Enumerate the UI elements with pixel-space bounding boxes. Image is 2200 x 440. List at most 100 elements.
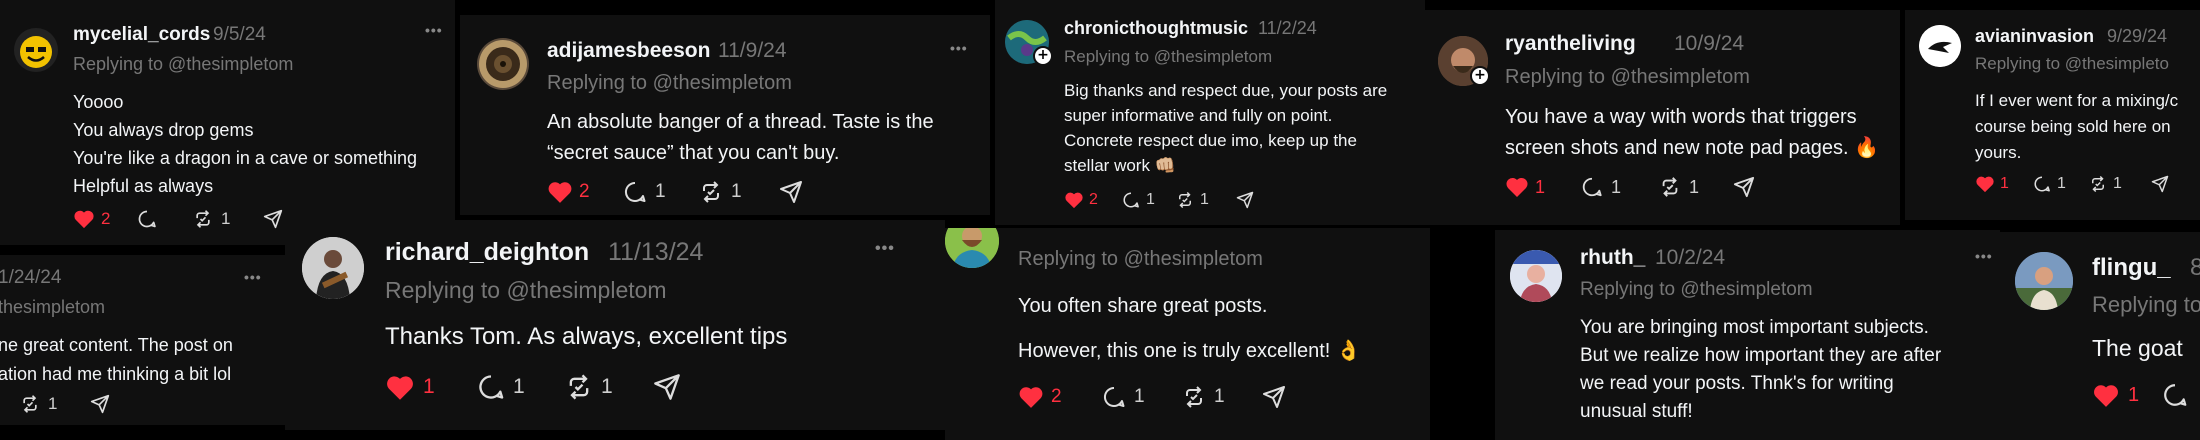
reply-card-mycelial-cords: mycelial_cords 9/5/24 ••• Replying to @t… bbox=[0, 0, 455, 245]
person-outdoor-avatar-icon bbox=[2015, 252, 2073, 310]
share-button[interactable] bbox=[1733, 176, 1755, 198]
comment-button[interactable]: 1 bbox=[1122, 191, 1176, 209]
smiley-avatar-icon bbox=[20, 36, 52, 68]
like-button[interactable]: 2 bbox=[1064, 191, 1122, 209]
replying-to: Replying to @thesimpletom bbox=[1505, 66, 1750, 88]
post-date: 9/5/24 bbox=[213, 24, 266, 45]
avatar[interactable] bbox=[477, 38, 529, 90]
comment-button[interactable]: 1 bbox=[477, 373, 565, 401]
more-options-icon[interactable]: ••• bbox=[1975, 248, 1993, 264]
avatar[interactable] bbox=[14, 28, 58, 72]
comment-button[interactable]: 1 bbox=[1102, 385, 1182, 409]
repost-button[interactable]: 1 bbox=[699, 180, 779, 204]
post-line: we read your posts. Thnk's for writing bbox=[1580, 373, 1894, 394]
post-line: Yoooo bbox=[73, 92, 124, 112]
action-bar: 1 1 1 bbox=[1975, 175, 2169, 193]
share-button[interactable] bbox=[90, 394, 110, 414]
share-button[interactable] bbox=[263, 209, 283, 229]
post-line: screen shots and new note pad pages. bbox=[1505, 137, 1849, 159]
reply-card-unnamed: Replying to @thesimpletom You often shar… bbox=[945, 228, 1430, 440]
bearded-man-avatar-icon bbox=[945, 228, 999, 268]
like-button[interactable]: 1 bbox=[2092, 383, 2162, 408]
avatar[interactable] bbox=[1919, 25, 1961, 67]
post-line: The goat bbox=[2092, 335, 2183, 361]
post-line: course being sold here on bbox=[1975, 117, 2171, 136]
repost-icon bbox=[196, 210, 210, 228]
reply-card-partial: 1/24/24 ••• thesimpletom ne great conten… bbox=[0, 255, 285, 425]
send-icon bbox=[1733, 176, 1755, 198]
share-button[interactable] bbox=[2151, 175, 2169, 193]
share-button[interactable] bbox=[1236, 191, 1254, 209]
action-bar: 1 bbox=[2092, 382, 2188, 408]
post-line: You always drop gems bbox=[73, 120, 254, 140]
repost-button[interactable]: 1 bbox=[1176, 191, 1236, 209]
send-icon bbox=[263, 209, 283, 229]
repost-button[interactable]: 1 bbox=[193, 209, 263, 229]
repost-button[interactable]: 1 bbox=[2089, 175, 2151, 193]
more-options-icon[interactable]: ••• bbox=[950, 40, 968, 56]
comment-button[interactable] bbox=[2162, 382, 2188, 408]
follow-plus-icon[interactable]: + bbox=[1033, 46, 1053, 66]
comment-icon bbox=[479, 375, 504, 399]
action-bar: 1 1 1 bbox=[1505, 176, 1755, 198]
more-options-icon[interactable]: ••• bbox=[244, 269, 262, 285]
post-body: ne great content. The post on ation had … bbox=[0, 331, 233, 389]
more-options-icon[interactable]: ••• bbox=[875, 240, 895, 258]
reply-card-chronicthoughtmusic: + chronicthoughtmusic 11/2/24 Replying t… bbox=[995, 0, 1425, 225]
action-bar: 2 1 1 bbox=[547, 180, 803, 204]
send-icon bbox=[90, 394, 110, 414]
reply-card-avianinvasion: avianinvasion 9/29/24 Replying to @thesi… bbox=[1905, 10, 2200, 220]
like-button[interactable]: 1 bbox=[1505, 176, 1581, 198]
more-options-icon[interactable]: ••• bbox=[425, 22, 443, 38]
speaker-avatar-icon bbox=[479, 40, 527, 88]
avatar[interactable] bbox=[945, 228, 999, 268]
follow-plus-icon[interactable]: + bbox=[1470, 66, 1490, 86]
share-button[interactable] bbox=[653, 373, 681, 401]
like-button[interactable]: 2 bbox=[73, 209, 137, 229]
post-line: An absolute banger of a thread. Taste is… bbox=[547, 111, 934, 133]
username[interactable]: richard_deighton bbox=[385, 238, 589, 267]
action-bar: 1 1 1 bbox=[385, 373, 681, 401]
like-button[interactable]: 1 bbox=[1975, 175, 2033, 193]
post-line: ation had me thinking a bit lol bbox=[0, 364, 232, 384]
replying-to: Replying to @thesimpletom bbox=[385, 277, 667, 303]
repost-button[interactable]: 1 bbox=[1182, 385, 1262, 409]
username[interactable]: flingu_ bbox=[2092, 254, 2171, 282]
post-line: Helpful as always bbox=[73, 176, 214, 196]
reply-card-ryantheliving: + ryantheliving 10/9/24 Replying to @the… bbox=[1420, 10, 1900, 225]
post-body: Thanks Tom. As always, excellent tips bbox=[385, 320, 787, 354]
post-line: stellar work bbox=[1064, 156, 1150, 175]
send-icon bbox=[1236, 191, 1254, 209]
username[interactable]: ryantheliving bbox=[1505, 32, 1636, 56]
guitarist-avatar-icon bbox=[302, 237, 364, 299]
repost-button[interactable]: 1 bbox=[20, 394, 90, 414]
username[interactable]: avianinvasion bbox=[1975, 26, 2094, 47]
post-date: 11/13/24 bbox=[608, 238, 704, 266]
like-button[interactable]: 2 bbox=[1018, 385, 1102, 409]
avatar[interactable] bbox=[302, 237, 364, 299]
share-button[interactable] bbox=[1262, 385, 1286, 409]
like-button[interactable]: 1 bbox=[385, 374, 477, 401]
reply-card-richard-deighton: richard_deighton 11/13/24 ••• Replying t… bbox=[285, 220, 945, 430]
repost-button[interactable]: 1 bbox=[1659, 176, 1733, 198]
post-line: However, this one is truly excellent! bbox=[1018, 340, 1331, 362]
comment-button[interactable]: 1 bbox=[1581, 176, 1659, 198]
comment-button[interactable]: 1 bbox=[2033, 175, 2089, 193]
heart-filled-icon bbox=[387, 375, 413, 400]
username[interactable]: mycelial_cords bbox=[73, 24, 210, 46]
avatar[interactable] bbox=[1510, 250, 1562, 302]
username[interactable]: rhuth_ bbox=[1580, 246, 1645, 270]
username[interactable]: adijamesbeeson bbox=[547, 39, 710, 63]
repost-icon bbox=[569, 374, 589, 400]
repost-button[interactable]: 1 bbox=[565, 373, 653, 401]
avatar[interactable] bbox=[2015, 252, 2073, 310]
comment-button[interactable] bbox=[137, 209, 193, 229]
comment-button[interactable]: 1 bbox=[623, 180, 699, 204]
share-button[interactable] bbox=[779, 180, 803, 204]
post-body: The goat bbox=[2092, 332, 2183, 364]
post-line: unusual stuff! bbox=[1580, 401, 1693, 422]
post-date: 10/9/24 bbox=[1674, 32, 1745, 55]
post-date: 11/2/24 bbox=[1258, 18, 1317, 38]
username[interactable]: chronicthoughtmusic bbox=[1064, 18, 1248, 39]
like-button[interactable]: 2 bbox=[547, 180, 623, 204]
